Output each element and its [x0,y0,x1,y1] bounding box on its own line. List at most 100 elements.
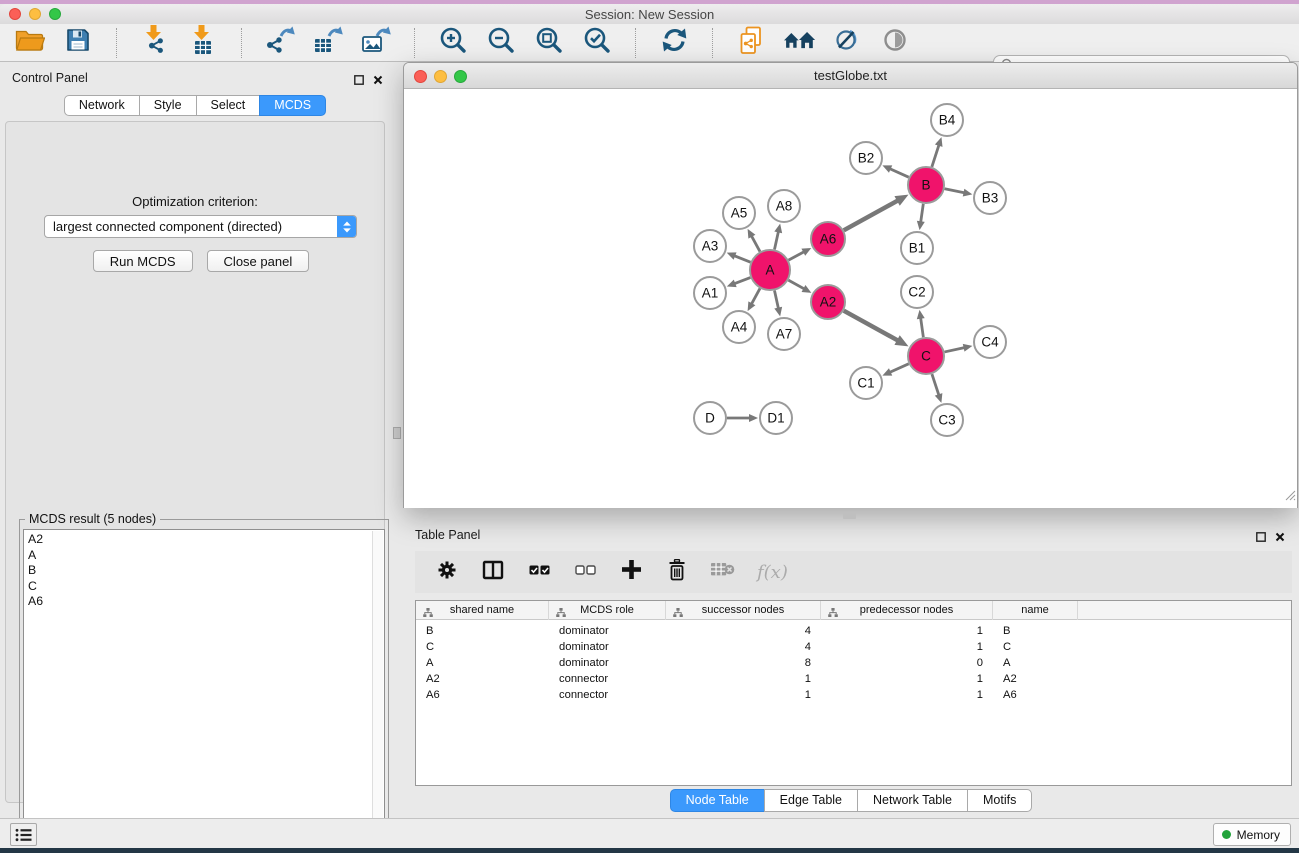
add-button[interactable] [619,559,643,585]
float-panel-icon[interactable] [1256,529,1266,547]
column-header-MCDS-role[interactable]: MCDS role [549,601,666,620]
graph-node-C2[interactable]: C2 [901,276,933,308]
table-row[interactable]: A2connector11A2 [416,671,1291,687]
graph-node-C4[interactable]: C4 [974,326,1006,358]
memory-button[interactable]: Memory [1213,823,1291,846]
column-header-name[interactable]: name [993,601,1078,620]
table-tab-edge-table[interactable]: Edge Table [764,789,858,812]
gear-button[interactable] [435,559,459,585]
edge-A-A8[interactable] [774,230,778,249]
export-table-button[interactable] [310,27,346,59]
edge-B-B2[interactable] [889,168,909,177]
tab-mcds[interactable]: MCDS [259,95,326,116]
table-row[interactable]: Adominator80A [416,655,1291,671]
graph-node-A[interactable]: A [750,250,790,290]
graph-node-B2[interactable]: B2 [850,142,882,174]
column-header-predecessor-nodes[interactable]: predecessor nodes [821,601,993,620]
edge-C-C1[interactable] [889,364,909,373]
column-header-shared-name[interactable]: shared name [416,601,549,620]
graph-node-C1[interactable]: C1 [850,367,882,399]
graph-node-B4[interactable]: B4 [931,104,963,136]
table-cell[interactable]: A2 [416,671,549,687]
graph-node-B3[interactable]: B3 [974,182,1006,214]
hide-graphics-details-button[interactable] [829,27,865,59]
edge-A-A4[interactable] [751,288,760,305]
edge-A2-C[interactable] [844,311,899,341]
network-canvas[interactable]: ABCA2A6A1A3A4A5A7A8B1B2B3B4C1C2C3C4DD1 [404,90,1297,508]
table-cell[interactable]: dominator [549,655,666,671]
graph-node-A1[interactable]: A1 [694,277,726,309]
table-cell[interactable]: B [416,623,549,639]
window-resize-grip[interactable] [1283,488,1296,506]
graph-node-B[interactable]: B [908,167,944,203]
open-browser-homes-button[interactable] [781,27,817,59]
table-cell[interactable]: C [416,639,549,655]
criterion-select[interactable]: largest connected component (directed) [44,215,357,238]
graph-node-A4[interactable]: A4 [723,311,755,343]
edge-A-A5[interactable] [751,235,760,252]
table-cell[interactable]: C [993,639,1078,655]
open-session-button[interactable] [12,27,48,59]
graph-node-C[interactable]: C [908,338,944,374]
table-cell[interactable]: A [416,655,549,671]
table-row[interactable]: A6connector11A6 [416,687,1291,703]
zoom-selected-button[interactable] [579,27,615,59]
mcds-result-item[interactable]: A [28,548,370,564]
edge-A-A6[interactable] [789,251,806,260]
table-cell[interactable]: 1 [666,687,821,703]
delete-table-button[interactable] [711,559,735,585]
table-cell[interactable]: 1 [821,671,993,687]
unselect-all-button[interactable] [573,559,597,585]
graph-node-C3[interactable]: C3 [931,404,963,436]
zoom-fit-button[interactable] [531,27,567,59]
mcds-result-scrollbar[interactable] [372,531,383,852]
table-cell[interactable]: 8 [666,655,821,671]
tab-style[interactable]: Style [139,95,197,116]
table-cell[interactable]: A6 [993,687,1078,703]
table-cell[interactable]: connector [549,671,666,687]
network-graph[interactable]: ABCA2A6A1A3A4A5A7A8B1B2B3B4C1C2C3C4DD1 [404,90,1297,508]
graph-node-A3[interactable]: A3 [694,230,726,262]
edge-A-A7[interactable] [774,291,778,310]
graph-node-B1[interactable]: B1 [901,232,933,264]
edge-A6-B[interactable] [844,200,899,230]
split-pane-handle[interactable] [393,427,401,439]
graph-node-D1[interactable]: D1 [760,402,792,434]
table-cell[interactable]: 4 [666,623,821,639]
mcds-result-item[interactable]: C [28,579,370,595]
table-cell[interactable]: 1 [666,671,821,687]
select-all-button[interactable] [527,559,551,585]
close-panel-icon[interactable] [373,72,383,90]
graph-node-A2[interactable]: A2 [811,285,845,319]
save-session-button[interactable] [60,27,96,59]
zoom-in-button[interactable] [435,27,471,59]
mcds-result-item[interactable]: A2 [28,532,370,548]
graph-node-A7[interactable]: A7 [768,318,800,350]
table-row[interactable]: Cdominator41C [416,639,1291,655]
edge-B-B1[interactable] [921,204,924,223]
column-header-successor-nodes[interactable]: successor nodes [666,601,821,620]
table-cell[interactable]: dominator [549,623,666,639]
graph-node-D[interactable]: D [694,402,726,434]
edge-A-A1[interactable] [733,278,750,285]
copy-network-doc-button[interactable] [733,27,769,59]
table-cell[interactable]: 1 [821,639,993,655]
graph-node-A6[interactable]: A6 [811,222,845,256]
table-cell[interactable]: A6 [416,687,549,703]
trash-button[interactable] [665,559,689,585]
table-cell[interactable]: 0 [821,655,993,671]
edge-B-B3[interactable] [945,189,966,193]
table-tab-motifs[interactable]: Motifs [967,789,1032,812]
edge-B-B4[interactable] [932,144,939,167]
table-row[interactable]: Bdominator41B [416,623,1291,639]
import-table-button[interactable] [185,27,221,59]
export-network-button[interactable] [262,27,298,59]
function-builder-icon[interactable]: f(x) [757,562,788,583]
edge-C-C3[interactable] [932,374,939,396]
mcds-result-item[interactable]: A6 [28,594,370,610]
network-window-titlebar[interactable]: testGlobe.txt [404,63,1297,89]
edge-A-A2[interactable] [788,280,805,289]
mcds-result-item[interactable]: B [28,563,370,579]
horizontal-split-divider[interactable] [403,512,1299,519]
columns-button[interactable] [481,559,505,585]
